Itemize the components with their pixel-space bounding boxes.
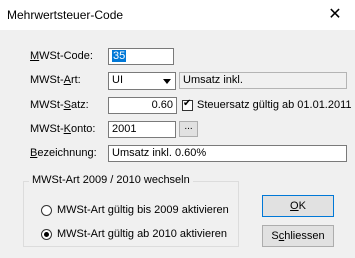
bezeichnung-label: Bezeichnung: — [30, 147, 97, 159]
schliessen-button[interactable]: Schliessen — [262, 225, 334, 247]
steuersatz-checkbox-label: Steuersatz gültig ab 01.01.2011 — [197, 99, 352, 111]
mwst-konto-label: MWSt-Konto: — [30, 123, 96, 135]
radio-ab-2010-label[interactable]: MWSt-Art gültig ab 2010 aktivieren — [57, 228, 227, 240]
radio-ab-2010[interactable] — [41, 229, 52, 240]
mwst-satz-input[interactable]: 0.60 — [108, 97, 177, 114]
mwst-art-label: MWSt-Art: — [30, 74, 81, 86]
chevron-down-icon[interactable] — [158, 73, 175, 89]
mwst-konto-input[interactable]: 2001 — [108, 121, 176, 138]
title-bar: Mehrwertsteuer-Code ✕ — [0, 0, 355, 30]
mwst-code-label: MWSt-Code: — [30, 50, 93, 62]
mwst-satz-label: MWSt-Satz: — [30, 99, 89, 111]
group-title: MWSt-Art 2009 / 2010 wechseln — [29, 174, 193, 186]
mwst-art-value: UI — [112, 74, 123, 86]
ok-button[interactable]: OK — [262, 195, 334, 217]
mwst-code-input[interactable]: 35 — [108, 48, 174, 65]
bezeichnung-input[interactable]: Umsatz inkl. 0.60% — [108, 145, 347, 162]
konto-browse-button[interactable]: ... — [179, 121, 198, 137]
mwst-art-select[interactable]: UI — [108, 72, 176, 90]
steuersatz-checkbox[interactable] — [182, 98, 193, 111]
mwst-art-description: Umsatz inkl. — [179, 72, 347, 89]
radio-bis-2009-label[interactable]: MWSt-Art gültig bis 2009 aktivieren — [57, 204, 229, 216]
radio-bis-2009[interactable] — [41, 205, 52, 216]
close-icon[interactable]: ✕ — [315, 0, 355, 30]
window-title: Mehrwertsteuer-Code — [7, 8, 124, 22]
